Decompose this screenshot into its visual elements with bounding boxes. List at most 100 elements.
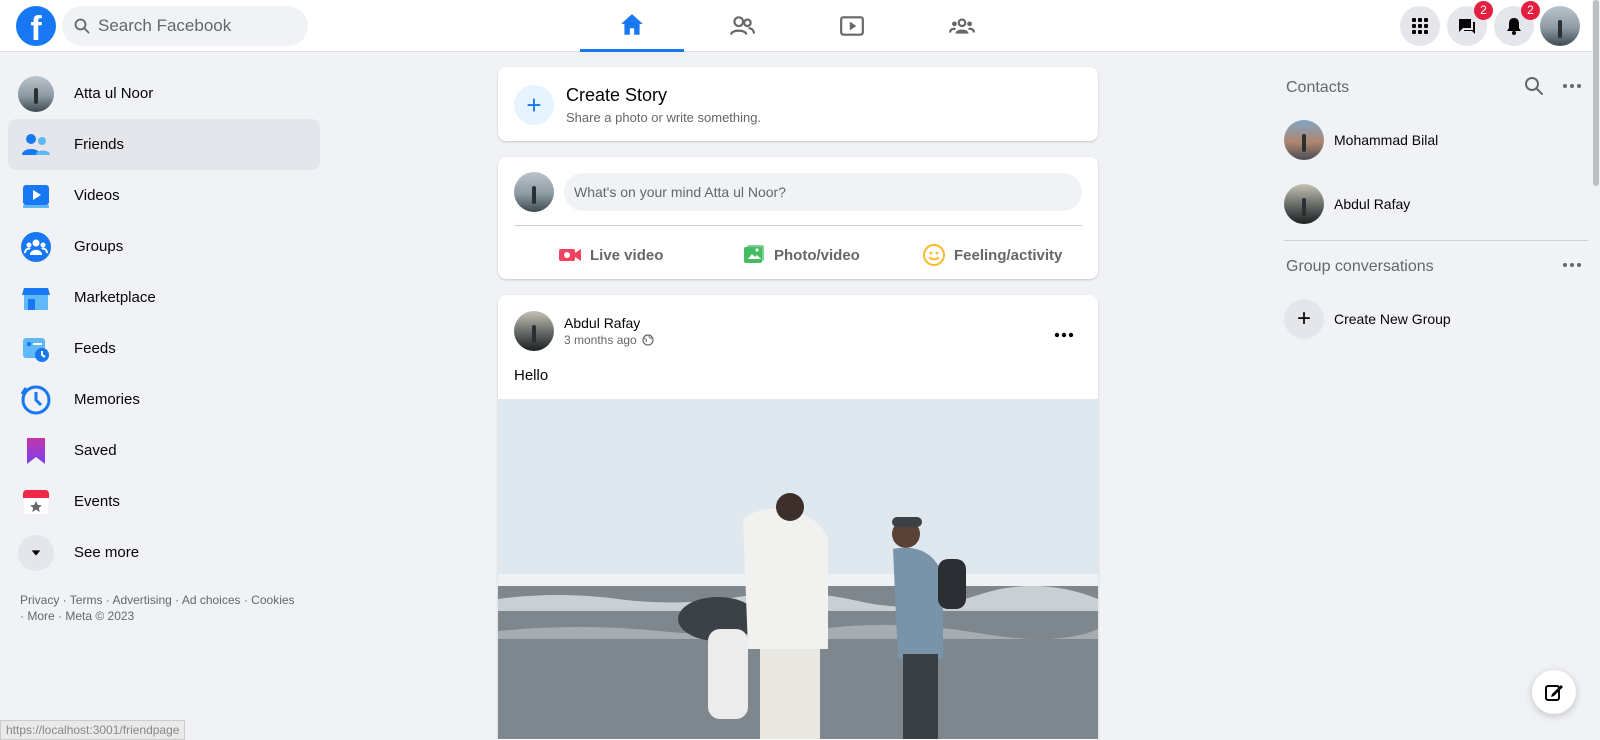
group-conversations-title: Group conversations <box>1286 258 1434 275</box>
contact-avatar <box>1284 184 1324 224</box>
sidebar-item-label: Events <box>74 493 120 510</box>
friends-icon <box>22 133 50 155</box>
tab-home[interactable] <box>580 0 684 52</box>
create-story-card[interactable]: + Create Story Share a photo or write so… <box>498 67 1098 141</box>
messenger-button[interactable]: 2 <box>1447 1 1493 46</box>
menu-button[interactable] <box>1400 6 1440 46</box>
sidebar-item-label: Videos <box>74 187 120 204</box>
live-video-label: Live video <box>590 246 664 264</box>
new-message-button[interactable] <box>1532 670 1576 714</box>
menu-grid-icon <box>1412 18 1428 34</box>
watch-icon <box>840 16 864 36</box>
photo-icon <box>744 245 764 263</box>
contact-item[interactable]: Mohammad Bilal <box>1276 108 1588 172</box>
page-scrollbar[interactable] <box>1592 0 1600 740</box>
sidebar-item-feeds[interactable]: Feeds <box>8 323 320 374</box>
sidebar-item-groups[interactable]: Groups <box>8 221 320 272</box>
contacts-more-icon[interactable] <box>1562 76 1582 96</box>
create-new-group-button[interactable]: + Create New Group <box>1276 287 1588 351</box>
post-composer: What's on your mind Atta ul Noor? Live v… <box>498 157 1098 279</box>
composer-avatar <box>514 172 554 212</box>
home-icon <box>621 13 643 35</box>
account-avatar[interactable] <box>1540 6 1580 46</box>
sidebar-item-label: Marketplace <box>74 289 156 306</box>
see-more-button[interactable]: See more <box>8 527 320 578</box>
groups-icon <box>21 231 51 262</box>
chevron-down-icon <box>31 549 41 556</box>
whats-on-your-mind-input[interactable]: What's on your mind Atta ul Noor? <box>564 173 1082 211</box>
contacts-title: Contacts <box>1286 79 1350 96</box>
sidebar-item-events[interactable]: Events <box>8 476 320 527</box>
sidebar-item-label: Groups <box>74 238 124 255</box>
sidebar-item-friends[interactable]: Friends <box>8 119 320 170</box>
saved-icon <box>27 437 45 464</box>
plus-icon: + <box>1284 299 1324 339</box>
sidebar-item-marketplace[interactable]: Marketplace <box>8 272 320 323</box>
contacts-header: Contacts <box>1276 68 1588 108</box>
sidebar-item-label: Saved <box>74 442 117 459</box>
story-title: Create Story <box>566 85 668 105</box>
create-group-label: Create New Group <box>1334 311 1451 327</box>
facebook-logo[interactable]: f <box>16 6 56 46</box>
live-video-icon <box>559 249 581 261</box>
footer-links[interactable]: Privacy · Terms · Advertising · Ad choic… <box>20 592 300 624</box>
right-sidebar: Contacts Mohammad Bilal Abdul Rafay Grou… <box>1276 68 1588 351</box>
post-options-button[interactable] <box>1046 317 1082 353</box>
notifications-button[interactable]: 2 <box>1494 1 1540 46</box>
see-more-label: See more <box>74 544 140 561</box>
more-icon <box>1054 332 1074 338</box>
sidebar-item-label: Friends <box>74 136 125 153</box>
photo-video-label: Photo/video <box>774 246 860 264</box>
sidebar-item-label: Memories <box>74 391 140 408</box>
sidebar-item-memories[interactable]: Memories <box>8 374 320 425</box>
scroll-thumb[interactable] <box>1593 0 1599 186</box>
sidebar-item-label: Atta ul Noor <box>74 85 154 102</box>
left-sidebar: Atta ul Noor Friends Videos Groups Marke… <box>8 68 320 624</box>
memories-icon <box>20 385 51 414</box>
search-box[interactable] <box>62 6 308 46</box>
groups-nav-icon <box>949 18 975 34</box>
sidebar-item-videos[interactable]: Videos <box>8 170 320 221</box>
post-author-avatar[interactable] <box>514 311 554 351</box>
post-author-name[interactable]: Abdul Rafay <box>564 315 640 331</box>
tab-groups[interactable] <box>910 0 1014 52</box>
top-navigation-bar: f 2 2 <box>0 0 1600 52</box>
plus-icon: + <box>514 85 554 125</box>
friends-nav-icon <box>730 16 755 36</box>
beach-photo <box>498 399 1098 739</box>
right-divider <box>1284 240 1588 241</box>
sidebar-item-profile[interactable]: Atta ul Noor <box>8 68 320 119</box>
smiley-icon <box>923 244 945 266</box>
search-input[interactable] <box>98 16 298 36</box>
search-icon <box>74 18 90 34</box>
groups-more-icon[interactable] <box>1562 255 1582 275</box>
sidebar-item-saved[interactable]: Saved <box>8 425 320 476</box>
photo-video-button[interactable]: Photo/video <box>742 237 860 273</box>
story-subtitle: Share a photo or write something. <box>566 110 762 125</box>
post-timestamp[interactable]: 3 months ago <box>564 333 654 347</box>
post-text: Hello <box>514 367 549 384</box>
live-video-button[interactable]: Live video <box>558 237 663 273</box>
tab-friends[interactable] <box>690 0 794 52</box>
composer-divider <box>514 225 1082 226</box>
tab-watch[interactable] <box>800 0 904 52</box>
post-photo[interactable] <box>498 399 1098 739</box>
notifications-badge: 2 <box>1521 1 1540 20</box>
globe-icon <box>642 334 654 346</box>
feeds-icon <box>23 337 49 362</box>
bell-icon <box>1507 18 1521 35</box>
search-contacts-icon[interactable] <box>1524 76 1544 96</box>
videos-icon <box>23 184 49 208</box>
feeling-activity-button[interactable]: Feeling/activity <box>922 237 1062 273</box>
messenger-badge: 2 <box>1474 1 1493 20</box>
profile-avatar <box>18 75 54 112</box>
status-bar-url: https://localhost:3001/friendpage <box>0 720 186 740</box>
feeling-activity-label: Feeling/activity <box>954 246 1063 264</box>
messenger-icon <box>1459 19 1475 34</box>
post-time-label: 3 months ago <box>564 333 637 347</box>
sidebar-item-label: Feeds <box>74 340 116 357</box>
contact-name: Mohammad Bilal <box>1334 132 1439 148</box>
contact-name: Abdul Rafay <box>1334 196 1411 212</box>
feed-post: Abdul Rafay 3 months ago Hello <box>498 295 1098 740</box>
contact-item[interactable]: Abdul Rafay <box>1276 172 1588 236</box>
